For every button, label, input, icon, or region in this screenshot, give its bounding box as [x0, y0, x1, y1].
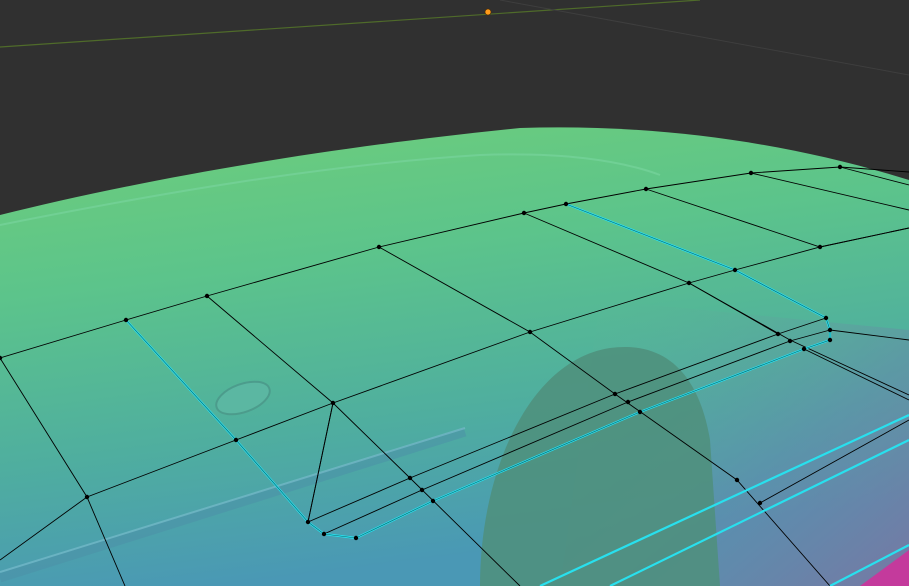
viewport-canvas[interactable]: [0, 0, 909, 586]
3d-viewport[interactable]: [0, 0, 909, 586]
origin-point-icon[interactable]: [484, 8, 492, 16]
grid-line: [499, 0, 909, 76]
floor-axis-line: [0, 0, 701, 48]
